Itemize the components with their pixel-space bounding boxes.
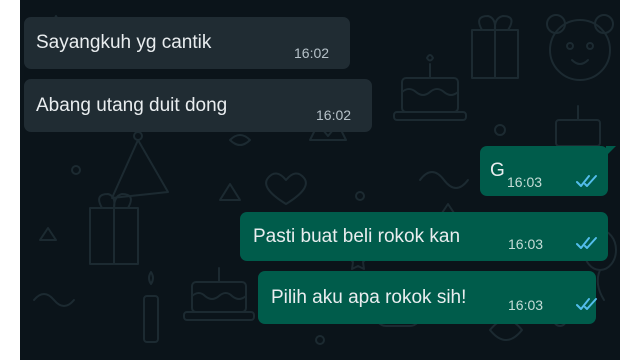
double-check-icon [576,175,597,187]
message-outgoing[interactable]: G 16:03 [480,146,616,196]
message-text: Sayangkuh yg cantik [36,32,212,53]
message-outgoing[interactable]: Pasti buat beli rokok kan 16:03 [240,212,608,261]
message-text: Abang utang duit dong [36,94,228,116]
message-time: 16:02 [294,45,330,61]
double-check-icon [576,298,597,310]
message-text: G [490,160,505,181]
message-incoming[interactable]: Sayangkuh yg cantik 16:02 [24,17,350,69]
message-outgoing[interactable]: Pilih aku apa rokok sih! 16:03 [258,271,597,324]
chat-conversation[interactable]: Sayangkuh yg cantik 16:02 Abang utang du… [20,0,620,360]
message-time: 16:03 [508,297,544,313]
message-text: Pilih aku apa rokok sih! [271,286,467,308]
message-time: 16:03 [508,236,544,252]
double-check-icon [576,237,597,249]
message-time: 16:03 [507,174,543,190]
message-text: Pasti buat beli rokok kan [253,225,461,247]
message-time: 16:02 [316,107,352,123]
message-incoming[interactable]: Abang utang duit dong 16:02 [24,79,372,132]
bubble-tail [606,146,616,156]
